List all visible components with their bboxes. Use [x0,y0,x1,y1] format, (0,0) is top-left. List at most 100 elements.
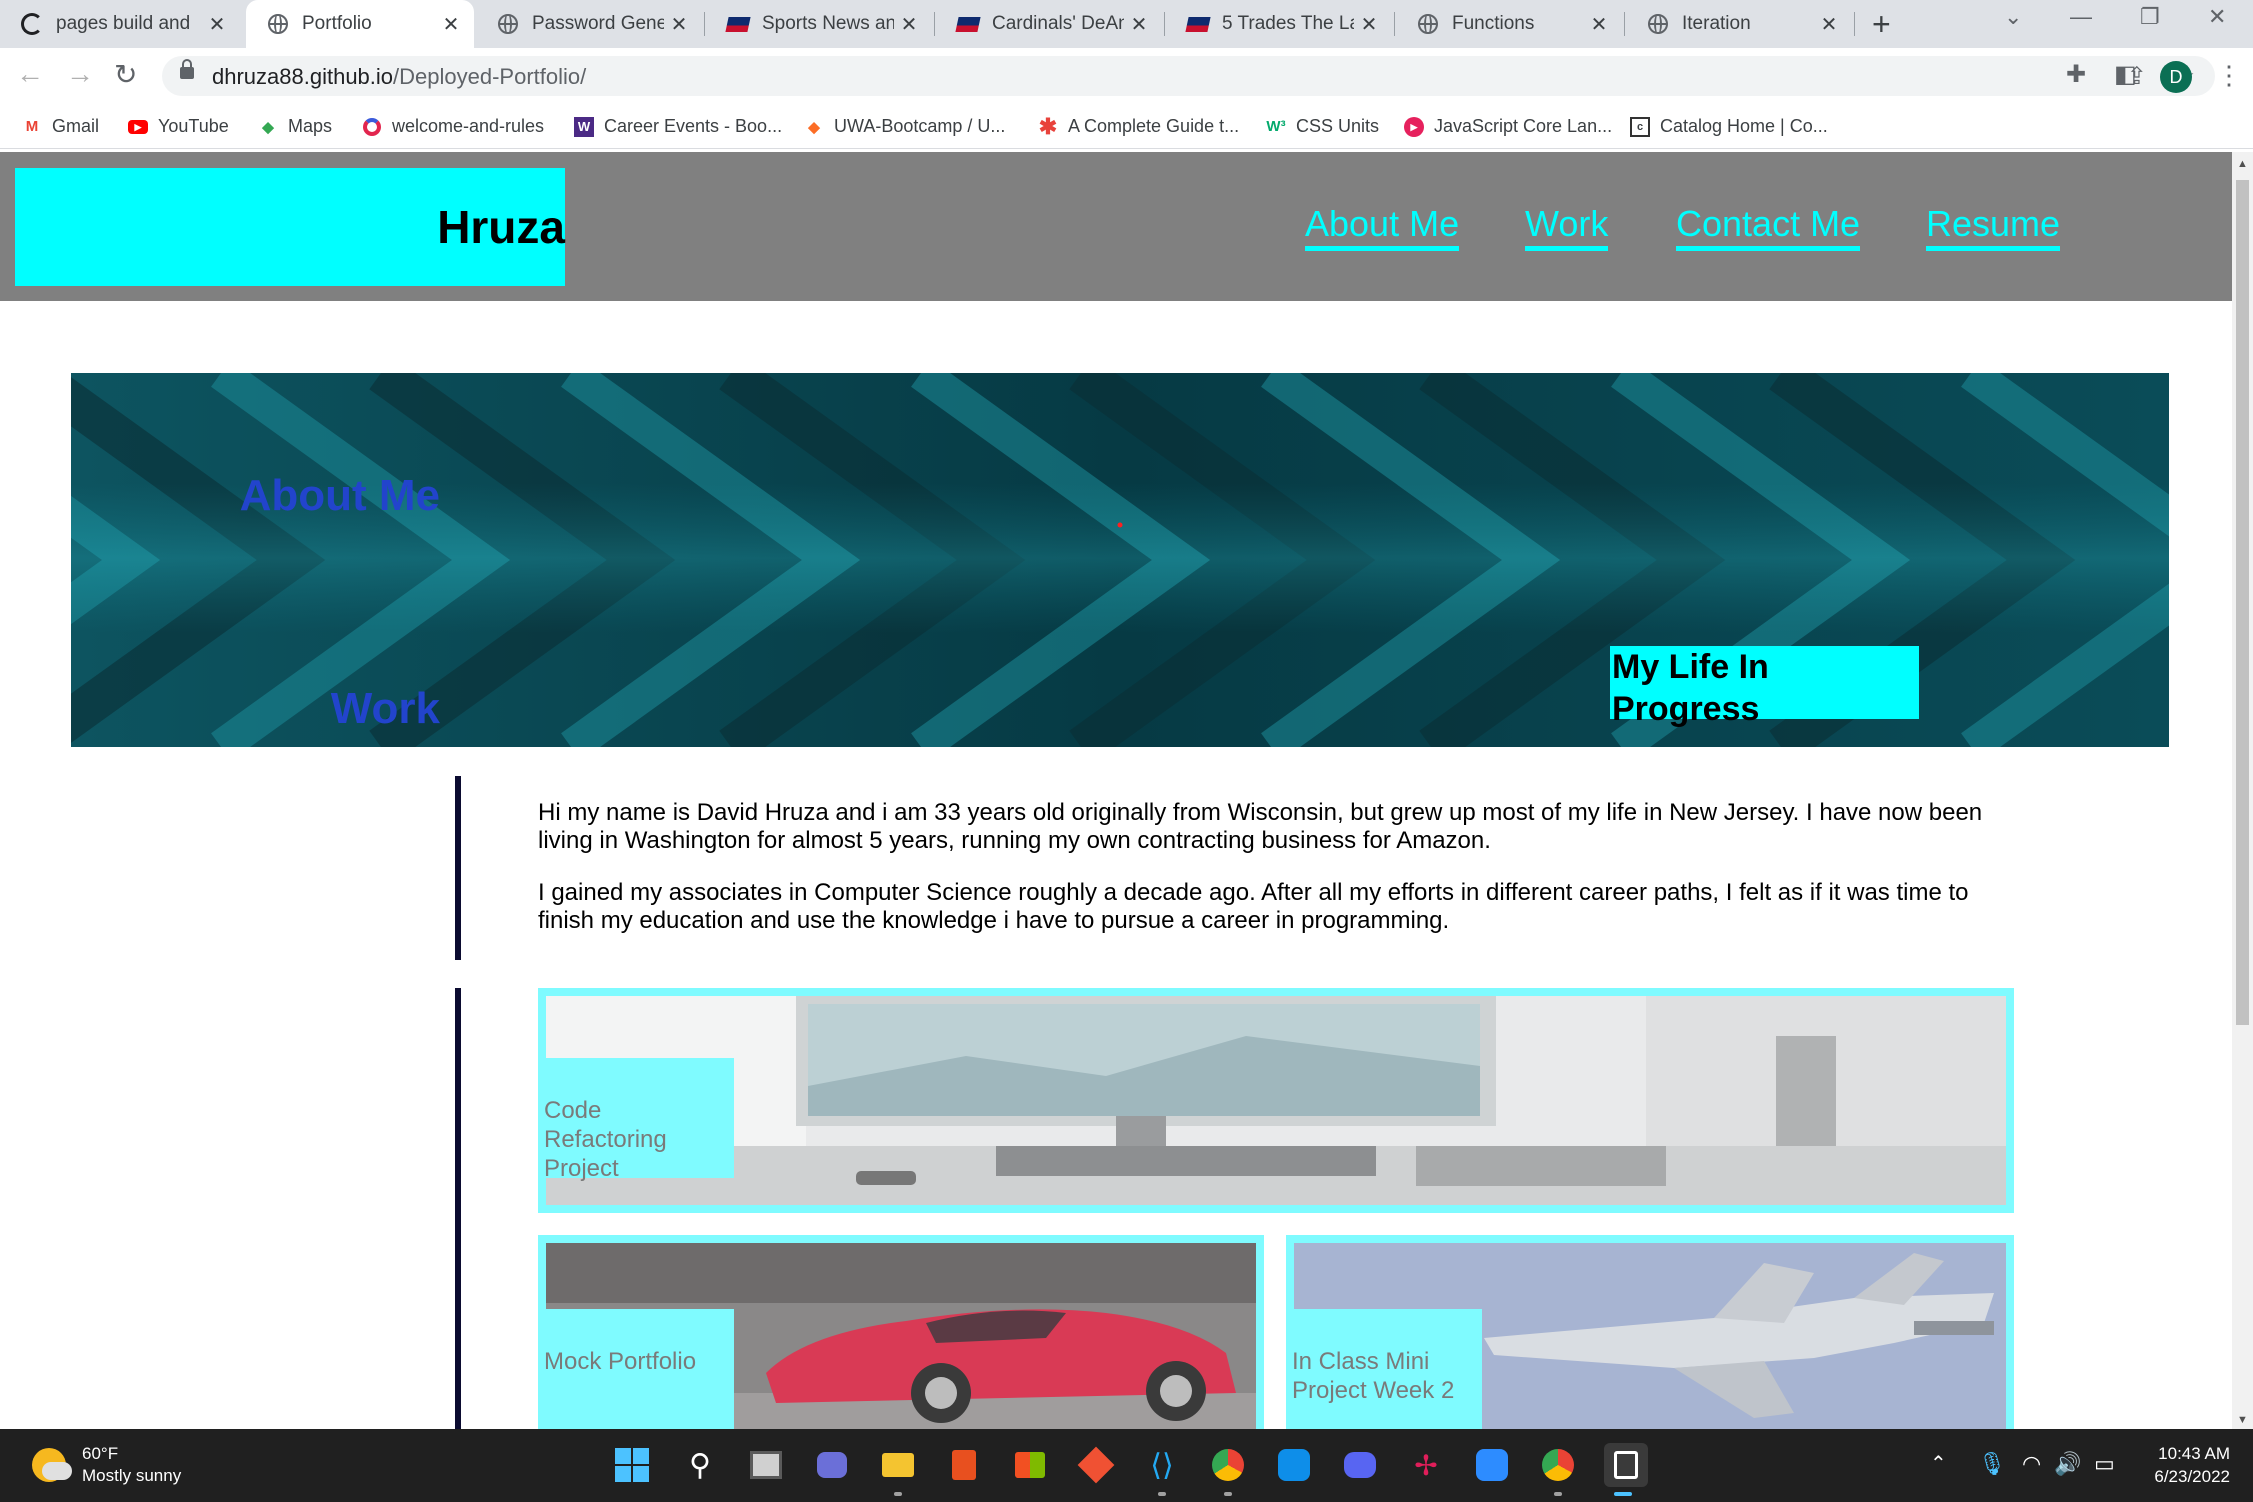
bookmark-complete-guide[interactable]: ✱ A Complete Guide t... [1038,113,1239,139]
project-card-in-class-mini-project[interactable]: In Class Mini Project Week 2 [1286,1235,2014,1429]
forward-icon[interactable]: → [66,58,94,90]
work-heading: Work [330,684,440,733]
microphone-icon[interactable]: 🎙 [1978,1451,2006,1477]
bookmark-career-events[interactable]: W Career Events - Boo... [574,116,782,137]
tab-sports-news[interactable]: Sports News and ✕ [706,0,932,48]
file-explorer-icon[interactable] [880,1447,916,1483]
discord-icon[interactable] [1342,1447,1378,1483]
nav-link-work[interactable]: Work [1525,204,1609,251]
bookmark-youtube[interactable]: ▶ YouTube [128,116,229,137]
sports-flag-icon [1185,12,1211,36]
asterisk-icon: ✱ [1038,113,1058,139]
snipping-tool-icon[interactable] [1604,1443,1648,1487]
bookmark-maps[interactable]: ◆ Maps [258,116,332,137]
bookmark-label: Catalog Home | Co... [1660,116,1828,136]
scroll-up-icon[interactable]: ▲ [2237,158,2248,170]
about-divider [455,776,461,960]
tab-title: Sports News and [762,13,894,34]
profile-avatar[interactable]: D [2160,61,2192,93]
w-icon: W [574,116,594,137]
bookmark-label: welcome-and-rules [392,116,545,136]
close-tab-icon[interactable]: ✕ [1584,12,1614,37]
extensions-icon[interactable]: ✚ [2066,60,2086,89]
zoom-icon[interactable] [1474,1447,1510,1483]
chat-icon[interactable] [814,1447,850,1483]
tab-search-icon[interactable]: ⌄ [2004,4,2022,30]
project-card-code-refactoring[interactable]: Code Refactoring Project [538,988,2014,1213]
project-title-in-class-mini-project[interactable]: In Class Mini Project Week 2 [1286,1309,1482,1429]
project-card-mock-portfolio[interactable]: Mock Portfolio [538,1235,1264,1429]
close-tab-icon[interactable]: ✕ [664,12,694,37]
lock-icon[interactable] [180,59,194,79]
bookmark-label: UWA-Bootcamp / U... [834,116,1006,136]
gitlab-icon: ◆ [808,118,820,136]
show-hidden-icons-icon[interactable]: ⌃ [1930,1451,1947,1476]
side-panel-icon[interactable]: ◧ [2114,60,2137,89]
microsoft-store-icon[interactable] [1012,1447,1048,1483]
volume-icon[interactable]: 🔊 [2054,1451,2081,1477]
weather-temperature: 60°F [82,1444,119,1463]
tab-password-generator[interactable]: Password Genera ✕ [476,0,702,48]
project-title-mock-portfolio[interactable]: Mock Portfolio [538,1309,734,1429]
work-divider [455,988,461,1429]
task-view-icon[interactable] [748,1447,784,1483]
teamviewer-icon[interactable] [1276,1447,1312,1483]
close-tab-icon[interactable]: ✕ [894,12,924,37]
slack-icon[interactable]: ✢ [1408,1447,1444,1483]
system-clock[interactable]: 10:43 AM 6/23/2022 [2136,1442,2230,1488]
minimize-icon[interactable]: — [2070,4,2092,30]
weather-widget[interactable]: 60°F Mostly sunny [32,1443,181,1487]
site-header: Hruza About Me Work Contact Me Resume [0,152,2232,301]
scroll-down-icon[interactable]: ▼ [2237,1414,2248,1426]
close-tab-icon[interactable]: ✕ [1354,12,1384,37]
close-tab-icon[interactable]: ✕ [1124,12,1154,37]
windows-start-icon[interactable] [614,1447,650,1483]
office-icon[interactable] [946,1447,982,1483]
nav-link-resume[interactable]: Resume [1926,204,2061,251]
clock-date: 6/23/2022 [2154,1467,2230,1486]
bookmark-catalog-home[interactable]: c Catalog Home | Co... [1630,116,1828,137]
globe-icon [496,12,520,36]
clock-time: 10:43 AM [2158,1444,2230,1463]
project-title-code-refactoring[interactable]: Code Refactoring Project [538,1058,734,1182]
back-icon[interactable]: ← [16,58,44,90]
wifi-icon[interactable]: ◠ [2022,1451,2041,1477]
tab-pages-build[interactable]: pages build and ✕ [0,0,240,48]
close-window-icon[interactable]: ✕ [2208,4,2226,30]
close-tab-icon[interactable]: ✕ [436,12,466,37]
tab-portfolio[interactable]: Portfolio ✕ [246,0,474,48]
bookmark-javascript-core[interactable]: ▶ JavaScript Core Lan... [1404,116,1612,137]
app-icon [362,117,382,137]
tab-iteration[interactable]: Iteration ✕ [1626,0,1852,48]
bookmark-uwa-bootcamp[interactable]: ◆ UWA-Bootcamp / U... [804,116,1005,137]
tab-trades[interactable]: 5 Trades The Lak ✕ [1166,0,1392,48]
bookmark-label: Maps [288,116,333,136]
scrollbar-thumb[interactable] [2236,180,2249,1025]
youtube-icon: ▶ [128,117,148,137]
address-bar[interactable]: dhruza88.github.io/Deployed-Portfolio/ ⇪… [162,56,2215,96]
github-icon [20,12,44,36]
bookmark-gmail[interactable]: M Gmail [22,116,99,137]
url-text[interactable]: dhruza88.github.io/Deployed-Portfolio/ [212,64,586,90]
bookmark-label: Career Events - Boo... [604,116,783,136]
page-scrollbar[interactable]: ▲ ▼ [2232,152,2253,1429]
tab-functions[interactable]: Functions ✕ [1396,0,1622,48]
chrome-icon[interactable] [1210,1447,1246,1483]
vscode-icon[interactable]: ⟨⟩ [1144,1447,1180,1483]
reload-icon[interactable]: ↻ [114,58,137,91]
new-tab-icon[interactable]: + [1872,6,1891,43]
bookmark-welcome[interactable]: welcome-and-rules [362,116,544,137]
bookmark-css-units[interactable]: W³ CSS Units [1266,116,1379,137]
close-tab-icon[interactable]: ✕ [202,12,232,37]
battery-icon[interactable]: ▭ [2094,1451,2115,1477]
windows-taskbar: 60°F Mostly sunny ⚲ ⟨⟩ ✢ ⌃ 🎙 ◠ 🔊 ▭ 10:43… [0,1429,2253,1502]
nav-link-contact-me[interactable]: Contact Me [1676,204,1861,251]
git-icon[interactable] [1077,1446,1115,1484]
restore-icon[interactable]: ❐ [2140,4,2160,30]
nav-link-about-me[interactable]: About Me [1305,204,1460,251]
chrome-icon[interactable] [1540,1447,1576,1483]
tab-cardinals[interactable]: Cardinals' DeAnd ✕ [936,0,1162,48]
browser-menu-icon[interactable]: ⋮ [2216,60,2242,91]
close-tab-icon[interactable]: ✕ [1814,12,1844,37]
search-icon[interactable]: ⚲ [682,1447,718,1483]
